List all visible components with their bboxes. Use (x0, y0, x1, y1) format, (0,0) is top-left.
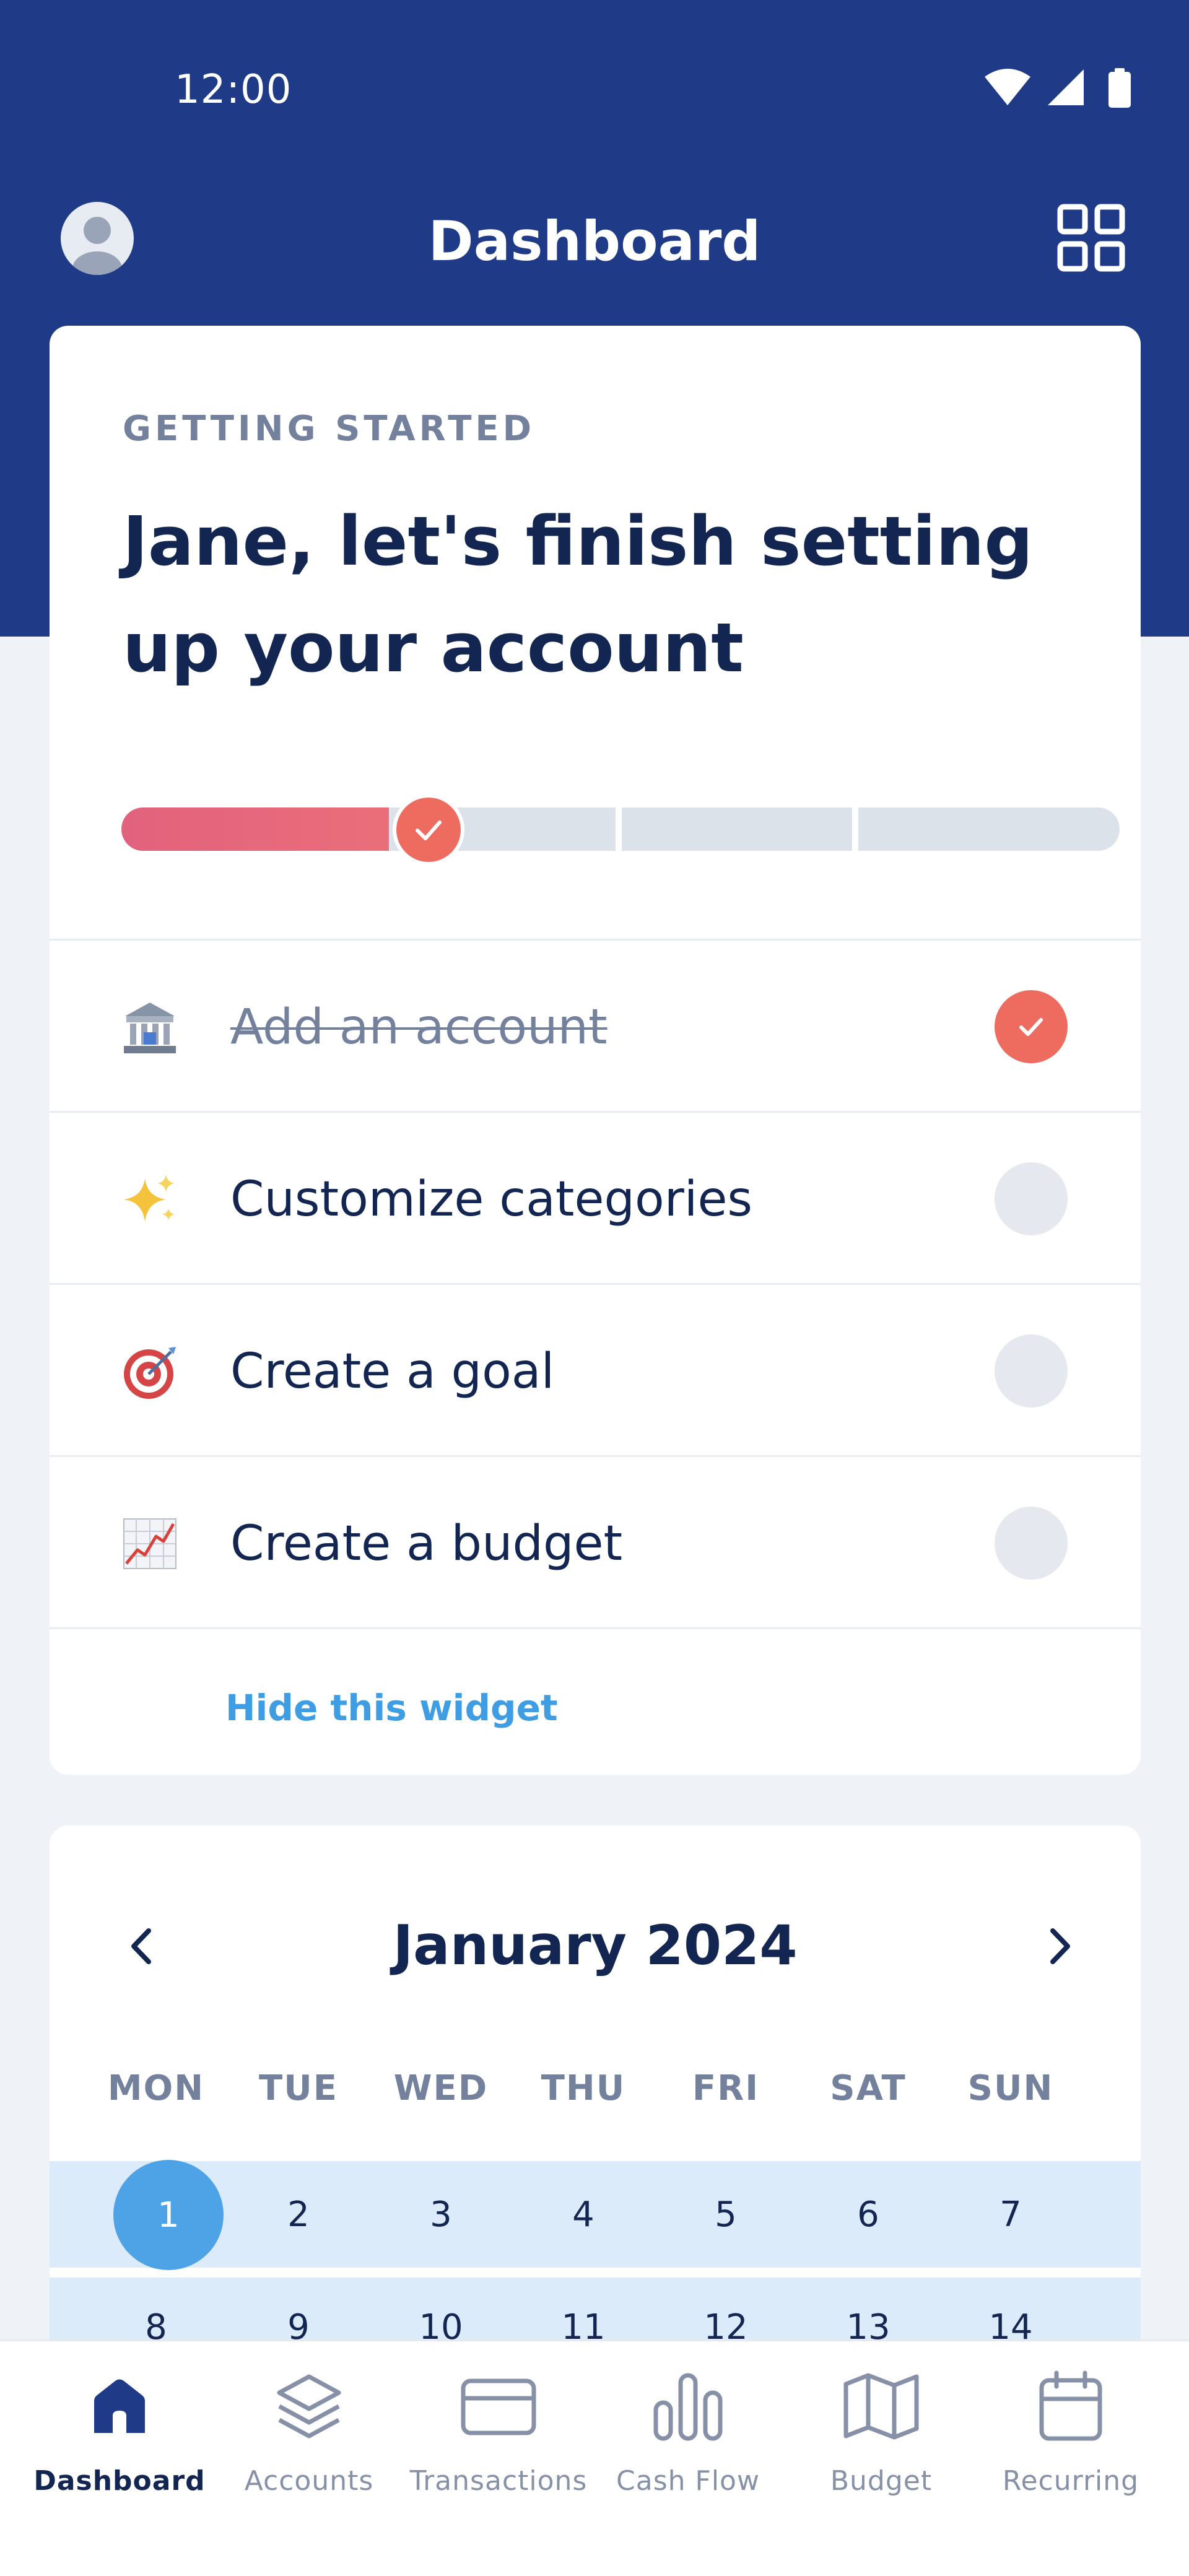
home-icon (79, 2366, 160, 2447)
nav-label: Transactions (409, 2465, 588, 2497)
progress-segment (858, 807, 1120, 851)
nav-item-budget[interactable]: Budget (786, 2341, 976, 2527)
progress-segment-complete (121, 807, 389, 851)
list-item[interactable]: Customize categories (50, 1111, 1141, 1283)
battery-icon (1108, 68, 1131, 108)
weekday-label: FRI (692, 2068, 760, 2108)
card-icon (458, 2366, 539, 2447)
progress-segment (622, 807, 852, 851)
setup-task-list: Add an account Customize categories Crea… (50, 939, 1141, 1627)
weekday-label: SAT (830, 2068, 907, 2108)
weekday-label: SUN (967, 2068, 1054, 2108)
hide-widget-link[interactable]: Hide this widget (225, 1687, 558, 1729)
customize-dashboard-button[interactable] (1055, 202, 1127, 274)
list-item[interactable]: Add an account (50, 939, 1141, 1111)
calendar-day[interactable]: 4 (521, 2195, 645, 2235)
nav-label: Dashboard (33, 2465, 206, 2497)
list-item[interactable]: Create a budget (50, 1455, 1141, 1627)
getting-started-card: GETTING STARTED Jane, let's finish setti… (50, 326, 1141, 1775)
bank-icon (119, 996, 181, 1058)
nav-label: Recurring (1002, 2465, 1139, 2497)
chart-increasing-icon (119, 1513, 181, 1575)
wifi-icon (985, 69, 1030, 105)
task-incomplete-circle (995, 1507, 1068, 1580)
calendar-month-title: January 2024 (393, 1913, 798, 1977)
calendar-day[interactable]: 3 (379, 2195, 503, 2235)
task-complete-check (995, 990, 1068, 1063)
calendar-day[interactable]: 7 (949, 2195, 1073, 2235)
signal-icon (1048, 69, 1084, 105)
nav-item-transactions[interactable]: Transactions (404, 2341, 593, 2527)
page-title: Dashboard (428, 209, 761, 273)
calendar-day-selected[interactable]: 1 (113, 2160, 224, 2270)
bar-chart-icon (648, 2366, 728, 2447)
task-label: Create a goal (230, 1344, 555, 1399)
bottom-navigation: Dashboard Accounts Transactions Cash Flo… (0, 2339, 1189, 2576)
status-time: 12:00 (175, 67, 292, 113)
grid-icon (1057, 204, 1125, 272)
nav-item-accounts[interactable]: Accounts (214, 2341, 404, 2527)
weekday-label: THU (541, 2068, 626, 2108)
nav-label: Budget (830, 2465, 933, 2497)
getting-started-eyebrow: GETTING STARTED (123, 409, 536, 449)
weekday-label: TUE (259, 2068, 338, 2108)
chevron-right-icon (1050, 1928, 1070, 1964)
nav-item-recurring[interactable]: Recurring (976, 2341, 1165, 2527)
next-month-button[interactable] (1028, 1912, 1090, 1980)
nav-label: Accounts (244, 2465, 374, 2497)
progress-check-icon (393, 794, 464, 866)
calendar-day[interactable]: 2 (237, 2195, 360, 2235)
nav-item-dashboard[interactable]: Dashboard (25, 2341, 214, 2527)
target-icon (119, 1341, 181, 1403)
divider (50, 1627, 1141, 1629)
weekday-label: WED (393, 2068, 489, 2108)
layers-icon (269, 2366, 349, 2447)
calendar-icon (1030, 2366, 1111, 2447)
task-label: Add an account (230, 999, 608, 1055)
calendar-day[interactable]: 6 (806, 2195, 930, 2235)
weekday-label: MON (107, 2068, 205, 2108)
task-label: Create a budget (230, 1516, 623, 1572)
task-incomplete-circle (995, 1334, 1068, 1408)
map-icon (841, 2366, 921, 2447)
list-item[interactable]: Create a goal (50, 1283, 1141, 1455)
nav-item-cash-flow[interactable]: Cash Flow (593, 2341, 783, 2527)
task-incomplete-circle (995, 1162, 1068, 1235)
setup-progress-bar (121, 794, 1120, 866)
calendar-day[interactable]: 5 (664, 2195, 788, 2235)
getting-started-heading: Jane, let's finish setting up your accou… (123, 502, 1034, 687)
task-label: Customize categories (230, 1172, 753, 1227)
sparkles-icon (119, 1168, 181, 1230)
nav-label: Cash Flow (616, 2465, 760, 2497)
